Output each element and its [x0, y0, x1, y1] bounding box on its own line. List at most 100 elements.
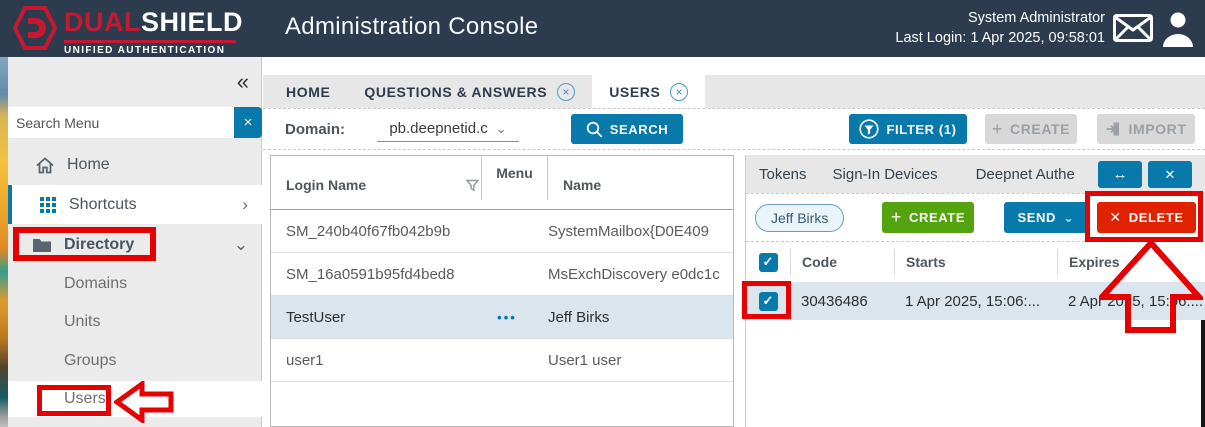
- login-name-cell: user1: [271, 352, 466, 369]
- filter-button-label: FILTER (1): [886, 122, 956, 137]
- sidebar-item-label: Shortcuts: [69, 196, 137, 214]
- column-filter-icon[interactable]: [466, 179, 479, 192]
- search-button-label: SEARCH: [610, 122, 669, 137]
- tab-users[interactable]: USERS ×: [592, 75, 705, 108]
- folder-icon: [33, 238, 51, 252]
- expires-cell: 2 Apr 2025, 15:06:...: [1057, 293, 1205, 310]
- column-header-code[interactable]: Code: [790, 249, 894, 275]
- detail-tab-signin-devices[interactable]: Sign-In Devices: [833, 166, 938, 183]
- last-login: Last Login: 1 Apr 2025, 09:58:01: [895, 28, 1105, 48]
- users-toolbar: Domain: pb.deepnetid.c ⌄ SEARCH FILTER (…: [263, 108, 1205, 150]
- expand-icon: ↔: [1113, 166, 1128, 183]
- user-row-selected[interactable]: TestUser ••• Jeff Birks: [271, 296, 733, 339]
- domain-value: pb.deepnetid.c: [389, 120, 487, 137]
- user-row[interactable]: user1 User1 user: [271, 339, 733, 382]
- dualshield-admin-console: DUALSHIELD UNIFIED AUTHENTICATION Admini…: [0, 0, 1205, 427]
- import-icon: [1105, 121, 1121, 137]
- tab-home[interactable]: HOME: [269, 75, 347, 108]
- panel-expand-button[interactable]: ↔: [1098, 161, 1142, 188]
- login-name-cell: SM_240b40f67fb042b9b: [271, 223, 466, 240]
- user-row[interactable]: SM_240b40f67fb042b9b SystemMailbox{D0E40…: [271, 210, 733, 253]
- code-cell: 30436486: [790, 293, 894, 310]
- search-clear-button[interactable]: ×: [234, 107, 262, 138]
- column-header-login-name[interactable]: Login Name: [286, 177, 366, 193]
- sidebar-item-units[interactable]: Units: [8, 303, 262, 341]
- close-tab-icon[interactable]: ×: [557, 83, 575, 101]
- brand-tagline: UNIFIED AUTHENTICATION: [64, 45, 225, 56]
- sidebar-item-label: Domains: [64, 275, 127, 293]
- starts-cell: 1 Apr 2025, 15:06:...: [894, 293, 1057, 310]
- delete-token-label: DELETE: [1129, 210, 1184, 225]
- sidebar-item-label: Directory: [64, 236, 134, 254]
- detail-tab-tokens[interactable]: Tokens: [759, 166, 807, 183]
- sidebar-item-label: Groups: [64, 352, 116, 370]
- brand-name: DUALSHIELD: [64, 7, 243, 37]
- search-menu-input[interactable]: [8, 107, 234, 138]
- user-list-header: Login Name Menu Name: [271, 156, 733, 210]
- selected-user-chip[interactable]: Jeff Birks: [755, 204, 844, 232]
- name-cell: SystemMailbox{D0E409: [548, 223, 733, 240]
- create-user-button[interactable]: + CREATE: [985, 114, 1077, 144]
- tokens-toolbar: Jeff Birks + CREATE SEND ⌄ ✕ DELETE: [746, 193, 1205, 242]
- panel-close-button[interactable]: ✕: [1148, 161, 1192, 188]
- send-token-button[interactable]: SEND ⌄: [1004, 202, 1088, 233]
- chevron-down-icon: ⌄: [496, 121, 507, 137]
- row-checkbox[interactable]: ✓: [759, 292, 778, 311]
- chevron-down-icon: ⌄: [234, 235, 248, 255]
- page-title: Administration Console: [285, 13, 538, 41]
- import-button[interactable]: IMPORT: [1097, 114, 1195, 144]
- name-cell: Jeff Birks: [548, 309, 733, 326]
- search-button[interactable]: SEARCH: [571, 114, 683, 144]
- x-icon: ✕: [1109, 209, 1121, 226]
- chevron-down-icon: ⌄: [1063, 210, 1075, 226]
- import-button-label: IMPORT: [1128, 121, 1186, 137]
- sidebar-item-users[interactable]: Users: [8, 381, 262, 417]
- name-cell: MsExchDiscovery e0dc1c: [548, 266, 733, 283]
- user-profile-icon[interactable]: [1159, 9, 1197, 47]
- column-header-expires[interactable]: Expires: [1057, 249, 1205, 275]
- sidebar-item-domains[interactable]: Domains: [8, 265, 262, 303]
- login-name-cell: TestUser: [271, 309, 466, 326]
- domain-label: Domain:: [285, 121, 345, 138]
- logged-in-user-info: System Administrator Last Login: 1 Apr 2…: [895, 8, 1105, 48]
- sidebar-item-directory[interactable]: Directory ⌄: [8, 226, 262, 264]
- sidebar-item-label: Units: [64, 313, 100, 331]
- tab-questions-answers[interactable]: QUESTIONS & ANSWERS ×: [347, 75, 592, 108]
- select-all-checkbox[interactable]: ✓: [759, 253, 778, 272]
- sidebar-collapse-icon[interactable]: «: [237, 69, 249, 95]
- sidebar-item-label: Home: [67, 156, 110, 174]
- send-label: SEND: [1017, 210, 1056, 225]
- user-row[interactable]: SM_16a0591b95fd4bed8 MsExchDiscovery e0d…: [271, 253, 733, 296]
- app-header: DUALSHIELD UNIFIED AUTHENTICATION Admini…: [0, 0, 1205, 57]
- row-menu-icon[interactable]: •••: [466, 310, 548, 325]
- desktop-wallpaper-strip: [0, 57, 8, 427]
- sidebar-item-label: Users: [64, 390, 106, 408]
- tab-label: HOME: [286, 84, 330, 100]
- sidebar-item-shortcuts[interactable]: Shortcuts ›: [8, 185, 262, 224]
- token-row-selected[interactable]: ✓ 30436486 1 Apr 2025, 15:06:... 2 Apr 2…: [746, 282, 1205, 320]
- user-list-panel: Login Name Menu Name SM_240b40f67fb042b9…: [270, 155, 734, 427]
- close-tab-icon[interactable]: ×: [670, 83, 688, 101]
- delete-token-button[interactable]: ✕ DELETE: [1097, 202, 1196, 233]
- domain-dropdown[interactable]: pb.deepnetid.c ⌄: [377, 116, 519, 142]
- sidebar-item-home[interactable]: Home: [8, 146, 262, 184]
- detail-tab-deepnet-authenticators[interactable]: Deepnet Authe: [976, 166, 1075, 183]
- filter-button[interactable]: FILTER (1): [849, 114, 967, 144]
- mail-icon[interactable]: [1113, 14, 1153, 42]
- tab-label: QUESTIONS & ANSWERS: [364, 84, 547, 100]
- sidebar-item-groups[interactable]: Groups: [8, 342, 262, 380]
- filter-icon: [859, 119, 879, 139]
- workspace-tabbar: HOME QUESTIONS & ANSWERS × USERS ×: [263, 75, 1205, 108]
- column-header-name[interactable]: Name: [563, 177, 601, 193]
- sidebar-search: ×: [8, 107, 262, 138]
- window-edge-artifact: [1201, 320, 1205, 427]
- sidebar: « × Home Shortcuts › Directory ⌄: [8, 57, 262, 427]
- grid-icon: [40, 197, 56, 213]
- chevron-right-icon: ›: [242, 195, 248, 215]
- dualshield-logo-icon: [12, 6, 58, 50]
- create-token-label: CREATE: [909, 210, 965, 225]
- create-token-button[interactable]: + CREATE: [882, 202, 974, 233]
- name-cell: User1 user: [548, 352, 733, 369]
- column-header-starts[interactable]: Starts: [894, 249, 1057, 275]
- plus-icon: +: [891, 207, 902, 228]
